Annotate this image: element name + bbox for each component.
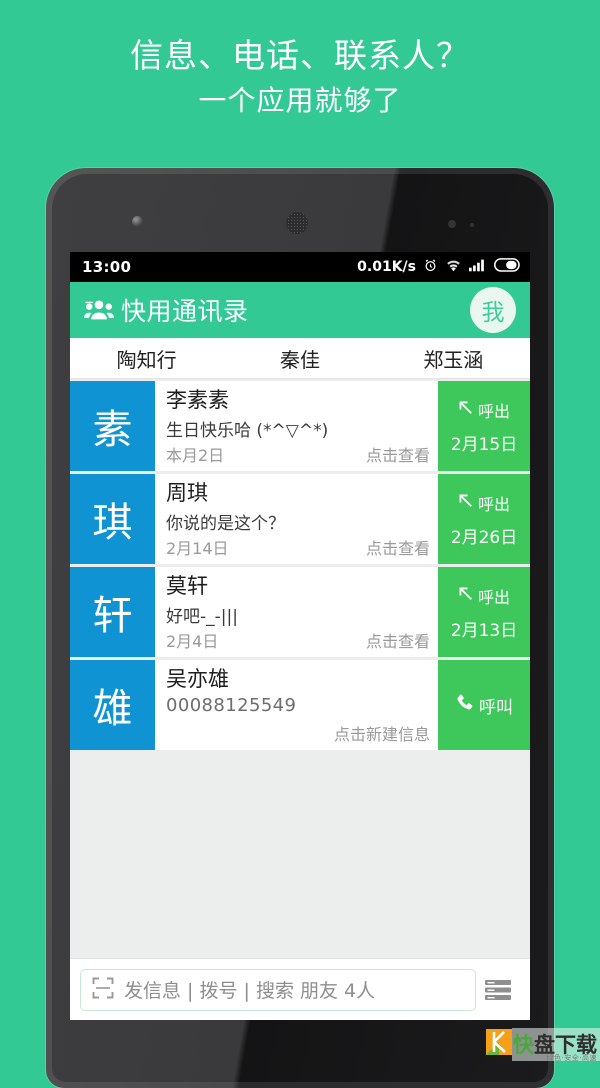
contact-name: 周琪	[166, 481, 208, 505]
battery-icon	[493, 258, 520, 276]
call-action-top: 呼出	[458, 491, 510, 515]
row-hint: 点击查看	[365, 446, 430, 465]
promo-line-2: 一个应用就够了	[198, 83, 402, 117]
call-action-label: 呼出	[477, 494, 510, 514]
signal-icon	[469, 258, 487, 276]
message-preview: 你说的是这个？	[166, 514, 285, 535]
conversation-list: 素 李素素 生日快乐哈 (*^▽^*) 本月2日 点击查看 呼出 2月15日 琪…	[70, 379, 530, 750]
avatar[interactable]: 我	[470, 287, 516, 333]
table-row[interactable]: 素 李素素 生日快乐哈 (*^▽^*) 本月2日 点击查看 呼出 2月15日	[70, 381, 530, 471]
scan-frame-icon[interactable]	[91, 976, 115, 1004]
row-content[interactable]: 周琪 你说的是这个？ 2月14日 点击查看	[155, 474, 438, 564]
app-title: 快用通讯录	[121, 297, 249, 326]
table-row[interactable]: 琪 周琪 你说的是这个？ 2月14日 点击查看 呼出 2月26日	[70, 474, 530, 564]
call-action-button[interactable]: 呼出 2月26日	[438, 474, 530, 564]
call-action-button[interactable]: 呼出 2月13日	[438, 567, 530, 657]
row-footer: 本月2日 点击查看	[166, 442, 430, 466]
call-action-center: 呼叫	[455, 693, 513, 718]
row-footer: 2月4日 点击查看	[166, 628, 430, 652]
search-placeholder: 发信息 | 拨号 | 搜索 朋友 4人	[124, 980, 376, 1002]
call-outgoing-arrow-icon	[458, 400, 473, 419]
tab-contact-3[interactable]: 郑玉涵	[377, 344, 530, 373]
status-bar: 13:00 0.01K/s	[70, 252, 530, 282]
phone-body: 13:00 0.01K/s 快用通讯录 我 陶知行 秦佳 郑玉涵 素 李素素 生…	[52, 174, 548, 1082]
tab-bar: 陶知行 秦佳 郑玉涵	[70, 338, 530, 379]
message-date: 2月4日	[166, 632, 219, 651]
network-speed-label: 0.01K/s	[357, 259, 416, 275]
watermark-logo-icon	[486, 1029, 512, 1059]
table-row[interactable]: 轩 莫轩 好吧-_-||| 2月4日 点击查看 呼出 2月13日	[70, 567, 530, 657]
row-content[interactable]: 吴亦雄 00088125549 点击新建信息	[155, 660, 438, 750]
earpiece-speaker-icon	[284, 210, 310, 236]
phone-mockup: 13:00 0.01K/s 快用通讯录 我 陶知行 秦佳 郑玉涵 素 李素素 生…	[46, 168, 554, 1088]
phone-screen: 13:00 0.01K/s 快用通讯录 我 陶知行 秦佳 郑玉涵 素 李素素 生…	[70, 252, 530, 1020]
contact-name: 吴亦雄	[166, 667, 229, 691]
message-date: 2月14日	[166, 539, 229, 558]
row-footer: 点击新建信息	[166, 721, 430, 745]
call-outgoing-arrow-icon	[458, 586, 473, 605]
front-camera-icon	[132, 216, 143, 227]
tab-contact-2[interactable]: 秦佳	[223, 344, 376, 373]
message-preview: 生日快乐哈 (*^▽^*)	[166, 421, 329, 442]
contact-name: 李素素	[166, 388, 229, 412]
call-action-label: 呼出	[477, 401, 510, 421]
wifi-icon	[445, 258, 462, 276]
alarm-icon	[423, 258, 438, 277]
phone-number: 00088125549	[166, 695, 297, 717]
call-action-date: 2月15日	[450, 434, 518, 455]
call-outgoing-arrow-icon	[458, 493, 473, 512]
tab-contact-1[interactable]: 陶知行	[70, 344, 223, 373]
list-view-icon[interactable]	[476, 979, 520, 1001]
call-action-top: 呼出	[458, 398, 510, 422]
light-sensor-icon	[470, 223, 474, 227]
contact-avatar: 轩	[70, 567, 155, 657]
app-bar: 快用通讯录 我	[70, 282, 530, 338]
contact-avatar: 素	[70, 381, 155, 471]
row-content[interactable]: 李素素 生日快乐哈 (*^▽^*) 本月2日 点击查看	[155, 381, 438, 471]
site-watermark: 快 盘下载 绿色·安全·高速	[484, 1023, 600, 1065]
phone-handset-icon	[455, 693, 474, 717]
message-date: 本月2日	[166, 446, 225, 465]
phone-top-bezel	[52, 174, 548, 252]
call-action-date: 2月26日	[450, 527, 518, 548]
contact-avatar: 琪	[70, 474, 155, 564]
status-icons: 0.01K/s	[357, 258, 520, 277]
promo-headline: 信息、电话、联系人？ 一个应用就够了	[0, 34, 600, 120]
row-hint: 点击新建信息	[333, 725, 430, 744]
call-action-label: 呼出	[477, 587, 510, 607]
row-footer: 2月14日 点击查看	[166, 535, 430, 559]
call-action-label: 呼叫	[479, 697, 513, 718]
watermark-tagline: 绿色·安全·高速	[546, 1054, 597, 1062]
call-action-top: 呼出	[458, 584, 510, 608]
bottom-bar: 发信息 | 拨号 | 搜索 朋友 4人	[70, 958, 530, 1020]
contact-avatar: 雄	[70, 660, 155, 750]
contact-name: 莫轩	[166, 574, 208, 598]
message-preview: 好吧-_-|||	[166, 607, 238, 628]
search-input[interactable]: 发信息 | 拨号 | 搜索 朋友 4人	[80, 968, 476, 1011]
watermark-brand-first: 快	[513, 1032, 534, 1057]
row-hint: 点击查看	[365, 632, 430, 651]
status-time: 13:00	[82, 258, 132, 276]
call-action-button[interactable]: 呼出 2月15日	[438, 381, 530, 471]
row-hint: 点击查看	[365, 539, 430, 558]
call-action-button[interactable]: 呼叫	[438, 660, 530, 750]
call-action-date: 2月13日	[450, 620, 518, 641]
row-content[interactable]: 莫轩 好吧-_-||| 2月4日 点击查看	[155, 567, 438, 657]
table-row[interactable]: 雄 吴亦雄 00088125549 点击新建信息 呼叫	[70, 660, 530, 750]
proximity-sensor-icon	[448, 220, 456, 228]
contacts-group-icon	[84, 298, 114, 322]
promo-line-1: 信息、电话、联系人？	[130, 36, 470, 75]
